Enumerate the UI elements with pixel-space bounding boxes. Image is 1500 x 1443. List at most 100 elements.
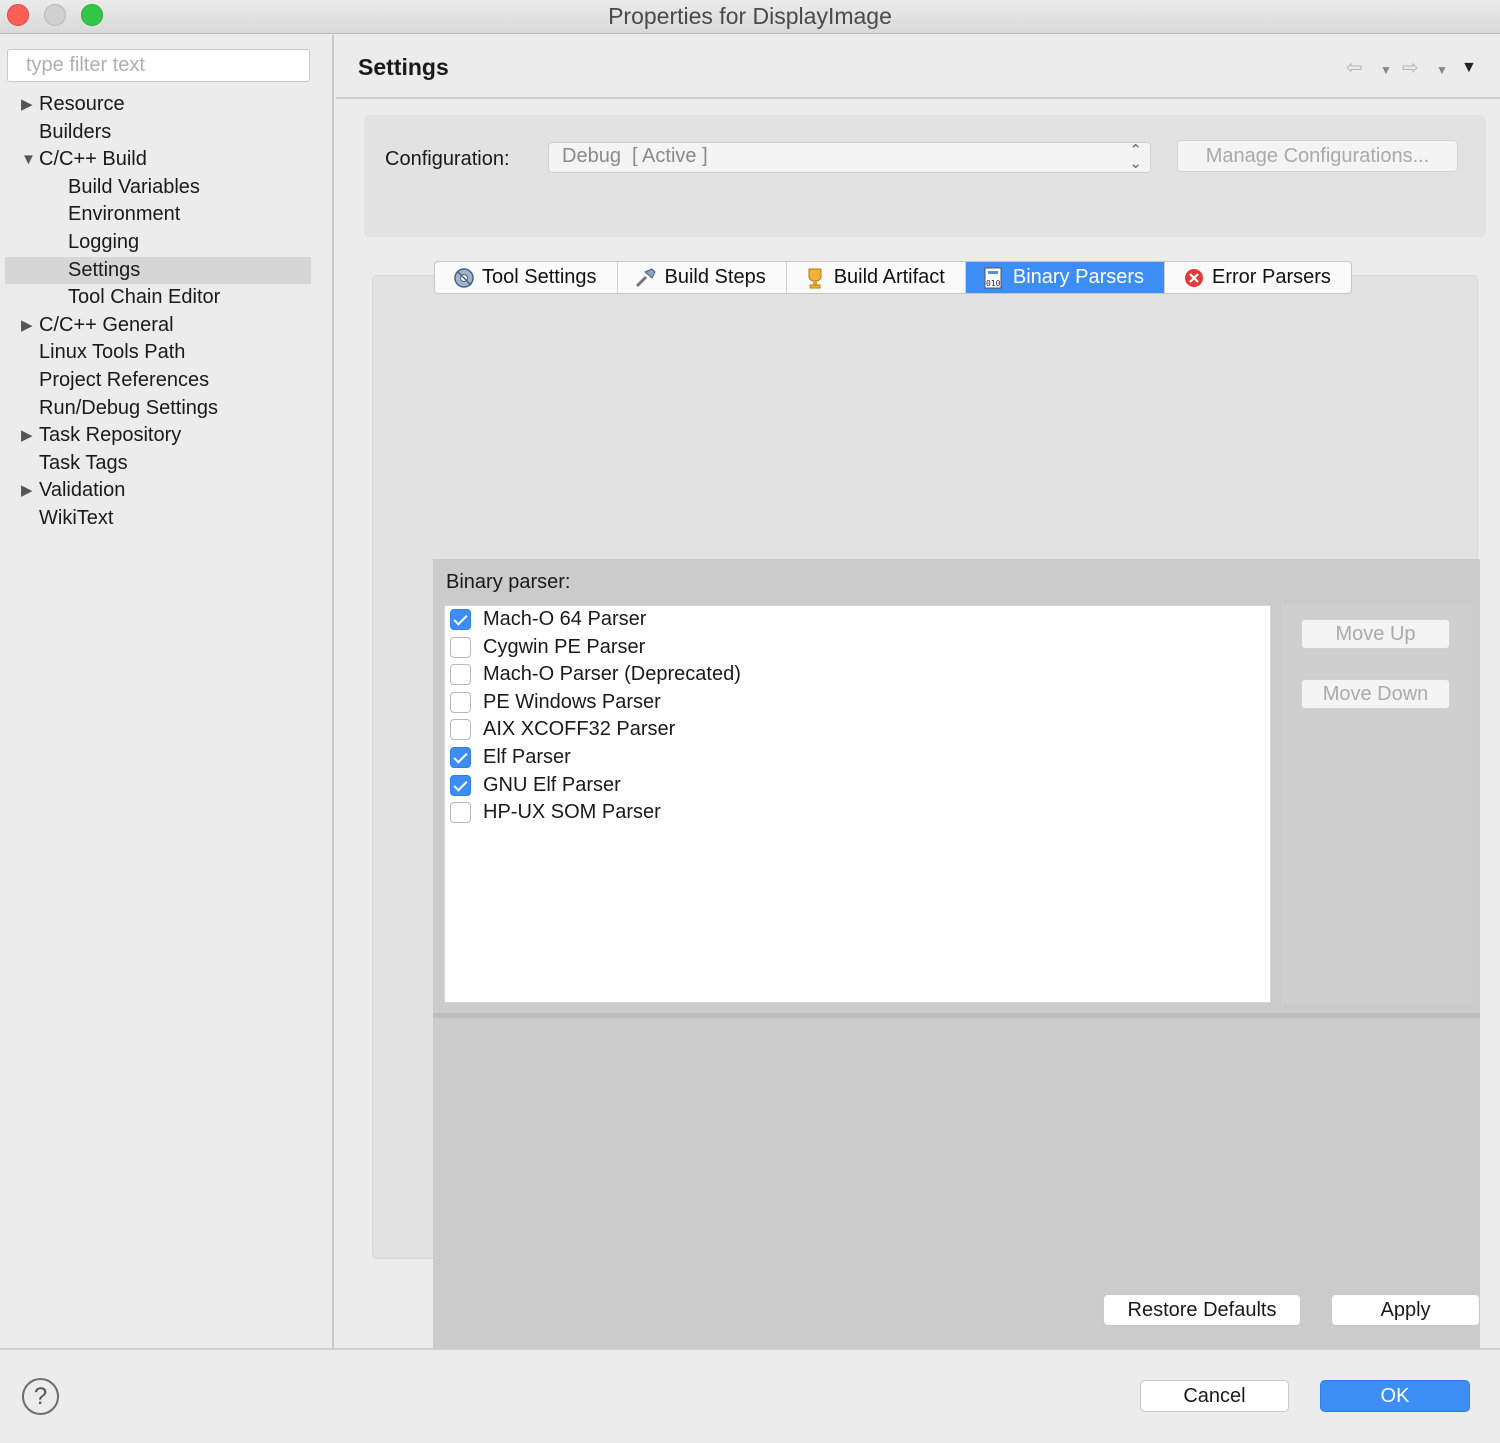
parser-checkbox[interactable]: [450, 691, 471, 713]
tree-item[interactable]: Tool Chain Editor: [5, 284, 311, 312]
tree-item[interactable]: Logging: [5, 229, 311, 257]
tree-item[interactable]: ▼ C/C++ Build: [5, 146, 311, 174]
parser-label: HP-UX SOM Parser: [483, 801, 661, 824]
parser-list-item[interactable]: Mach-O Parser (Deprecated): [445, 661, 1270, 689]
page-header: Settings ⇦ ▼ ⇨ ▼ ▼: [336, 35, 1500, 99]
tree-item-label: Build Variables: [68, 175, 200, 198]
collapsed-triangle-icon[interactable]: ▶: [21, 312, 35, 340]
parser-checkbox[interactable]: [450, 609, 471, 630]
move-up-button[interactable]: Move Up: [1301, 619, 1450, 649]
tab-label: Build Steps: [664, 266, 766, 288]
configuration-group: Configuration: Debug [ Active ] ⌃ ⌄ Manag…: [364, 115, 1486, 237]
page-title: Settings: [358, 54, 449, 80]
parser-list-item[interactable]: Cygwin PE Parser: [445, 634, 1270, 662]
collapsed-triangle-icon[interactable]: ▶: [21, 422, 35, 450]
parser-checkbox[interactable]: [450, 774, 471, 796]
parser-button-area: Move Up Move Down: [1281, 603, 1472, 1005]
tree-item-label: Run/Debug Settings: [39, 396, 219, 419]
settings-page: Settings ⇦ ▼ ⇨ ▼ ▼ Configuration: Debug …: [336, 35, 1500, 1443]
view-menu-icon[interactable]: ▼: [1461, 59, 1477, 77]
expanded-triangle-icon[interactable]: ▼: [21, 146, 36, 174]
error-parsers-icon: [1181, 267, 1206, 289]
parser-label: Cygwin PE Parser: [483, 635, 646, 658]
tree-item-label: C/C++ General: [39, 313, 174, 336]
tool-settings-icon: [451, 267, 476, 289]
parser-list-item[interactable]: Mach-O 64 Parser: [445, 606, 1270, 634]
forward-arrow-icon[interactable]: ⇨: [1402, 55, 1419, 80]
parser-checkbox[interactable]: [450, 719, 471, 741]
tree-item[interactable]: Linux Tools Path: [5, 339, 311, 367]
tree-item[interactable]: ▶ Resource: [5, 91, 311, 119]
cancel-button[interactable]: Cancel: [1140, 1380, 1289, 1412]
binary-parsers-icon: 010: [982, 267, 1007, 289]
tree-item[interactable]: Builders: [5, 119, 311, 147]
tree-item-label: Validation: [39, 479, 126, 502]
back-dropdown-icon[interactable]: ▼: [1380, 63, 1392, 77]
tab-tool-settings[interactable]: Tool Settings: [435, 262, 618, 293]
move-down-button[interactable]: Move Down: [1301, 679, 1450, 709]
tree-item[interactable]: ▶ Task Repository: [5, 422, 311, 450]
tree-item-label: Tool Chain Editor: [68, 286, 221, 309]
parser-list-item[interactable]: PE Windows Parser: [445, 689, 1270, 717]
tree-item[interactable]: Settings: [5, 256, 311, 285]
tree-item-label: Environment: [68, 203, 181, 226]
tab-build-steps[interactable]: Build Steps: [618, 262, 787, 293]
tab-error-parsers[interactable]: Error Parsers: [1165, 262, 1351, 293]
apply-button[interactable]: Apply: [1331, 1294, 1480, 1326]
back-arrow-icon[interactable]: ⇦: [1346, 55, 1363, 80]
manage-configurations-button[interactable]: Manage Configurations...: [1177, 140, 1458, 172]
tree-item-label: WikiText: [39, 506, 114, 529]
parser-label: GNU Elf Parser: [483, 773, 621, 796]
tree-item-label: C/C++ Build: [39, 148, 147, 171]
parser-list-item[interactable]: HP-UX SOM Parser: [445, 799, 1270, 827]
tab-bar: Tool Settings Build Steps Build Artifact 01…: [434, 261, 1352, 294]
tree-item-label: Settings: [68, 258, 141, 281]
filter-input[interactable]: [7, 49, 310, 82]
parser-checkbox[interactable]: [450, 746, 471, 768]
help-icon[interactable]: ?: [22, 1378, 59, 1415]
parser-checkbox[interactable]: [450, 636, 471, 658]
configuration-select[interactable]: Debug [ Active ] ⌃ ⌄: [548, 142, 1151, 173]
parser-label: Mach-O Parser (Deprecated): [483, 663, 741, 686]
collapsed-triangle-icon[interactable]: ▶: [21, 91, 35, 119]
forward-dropdown-icon[interactable]: ▼: [1436, 63, 1448, 77]
parser-list-item[interactable]: Elf Parser: [445, 744, 1270, 772]
tree-item-label: Project References: [39, 368, 210, 391]
tree-item[interactable]: Run/Debug Settings: [5, 395, 311, 423]
ok-button[interactable]: OK: [1320, 1380, 1470, 1412]
tab-label: Build Artifact: [833, 266, 945, 288]
select-arrows-icon: ⌃ ⌄: [1129, 142, 1142, 172]
restore-defaults-button[interactable]: Restore Defaults: [1103, 1294, 1301, 1326]
svg-text:010: 010: [986, 279, 1001, 288]
binary-parser-list: Mach-O 64 Parser Cygwin PE Parser Mach-O P…: [444, 605, 1271, 1003]
configuration-value: Debug [ Active ]: [562, 145, 708, 167]
tab-build-artifact[interactable]: Build Artifact: [787, 262, 966, 293]
parser-list-item[interactable]: AIX XCOFF32 Parser: [445, 716, 1270, 744]
collapsed-triangle-icon[interactable]: ▶: [21, 477, 35, 505]
parser-label: AIX XCOFF32 Parser: [483, 718, 676, 741]
tree-item-label: Task Tags: [39, 451, 128, 474]
content-separator: [433, 1013, 1480, 1018]
tab-label: Error Parsers: [1212, 266, 1331, 288]
parser-label: PE Windows Parser: [483, 690, 661, 713]
parser-list-item[interactable]: GNU Elf Parser: [445, 772, 1270, 800]
tree-item[interactable]: Project References: [5, 367, 311, 395]
tree-item-label: Builders: [39, 120, 112, 143]
build-artifact-icon: [803, 267, 828, 289]
tree-item[interactable]: Build Variables: [5, 174, 311, 202]
tree-item[interactable]: WikiText: [5, 505, 311, 533]
tab-label: Binary Parsers: [1012, 266, 1145, 288]
tree-item[interactable]: Environment: [5, 201, 311, 229]
title-bar: Properties for DisplayImage: [0, 0, 1500, 34]
build-steps-icon: [634, 267, 659, 289]
parser-label: Mach-O 64 Parser: [483, 608, 647, 630]
tree-item[interactable]: ▶ Validation: [5, 477, 311, 505]
tree-item-label: Resource: [39, 93, 125, 115]
parser-label: Elf Parser: [483, 745, 571, 768]
parser-checkbox[interactable]: [450, 664, 471, 686]
parser-checkbox[interactable]: [450, 802, 471, 824]
property-tree: ▶ Resource Builders ▼ C/C++ Build Build Varia…: [5, 91, 311, 533]
tree-item[interactable]: Task Tags: [5, 450, 311, 478]
tree-item[interactable]: ▶ C/C++ General: [5, 312, 311, 340]
tab-binary-parsers[interactable]: 010 Binary Parsers: [965, 262, 1166, 293]
